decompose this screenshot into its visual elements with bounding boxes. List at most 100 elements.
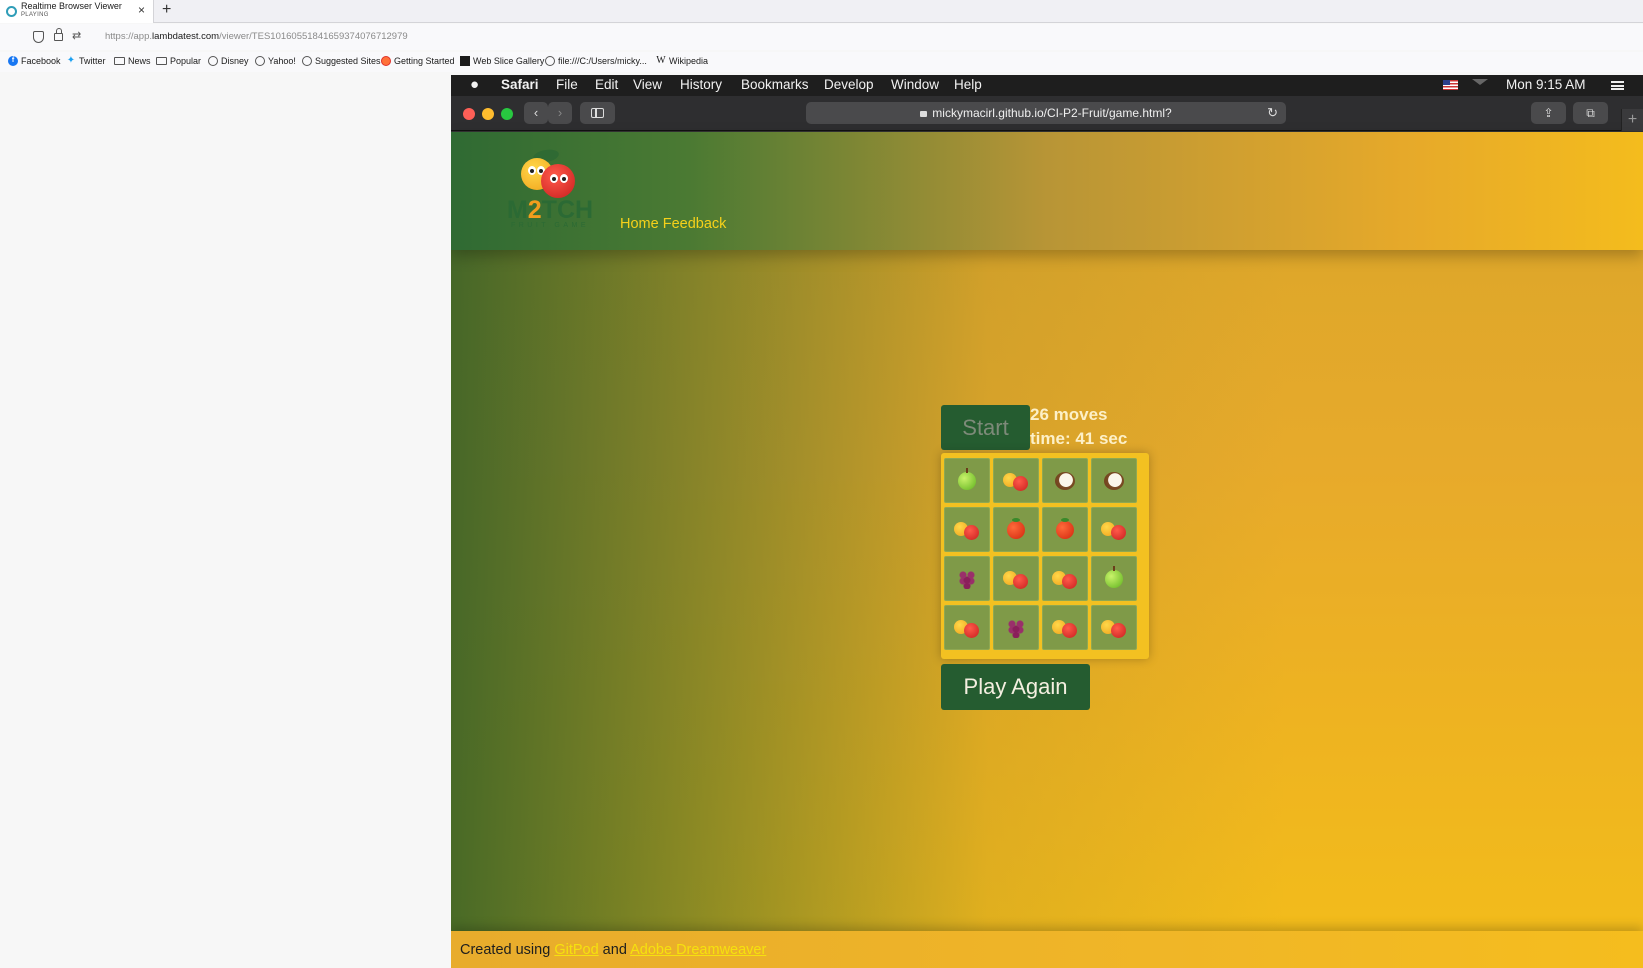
menu-history[interactable]: History — [680, 77, 722, 92]
close-tab-icon[interactable]: × — [138, 3, 145, 17]
bookmark-web-slice-gallery[interactable]: Web Slice Gallery — [460, 56, 544, 66]
apple-icon — [958, 467, 976, 490]
gitpod-link[interactable]: GitPod — [554, 942, 598, 958]
game-card[interactable] — [1091, 458, 1137, 503]
mix-icon — [1052, 618, 1078, 638]
bookmark-news[interactable]: News — [114, 56, 151, 66]
mix-icon — [954, 520, 980, 540]
site-footer: Created using GitPod and Adobe Dreamweav… — [451, 931, 1643, 968]
menu-window[interactable]: Window — [891, 77, 939, 92]
menu-safari[interactable]: Safari — [501, 77, 539, 92]
game-card[interactable] — [1091, 556, 1137, 601]
mix-icon — [1052, 569, 1078, 589]
lock-icon[interactable] — [54, 28, 63, 41]
wikipedia-icon: W — [656, 55, 666, 66]
site-header: M2TCH FRUIT GAME Home Feedback — [451, 132, 1643, 250]
host-url-field[interactable]: https://app.lambdatest.com/viewer/TES101… — [105, 31, 408, 42]
game-card[interactable] — [1042, 507, 1088, 552]
bookmark-wikipedia[interactable]: W Wikipedia — [656, 55, 708, 67]
start-button[interactable]: Start — [941, 405, 1030, 450]
game-card[interactable] — [1042, 458, 1088, 503]
timer-display: time: 41 sec — [1030, 429, 1128, 448]
menu-develop[interactable]: Develop — [824, 77, 874, 92]
menu-bookmarks[interactable]: Bookmarks — [741, 77, 809, 92]
us-flag-icon[interactable] — [1443, 80, 1458, 90]
globe-icon — [255, 56, 265, 66]
shield-icon[interactable] — [33, 31, 44, 43]
menu-view[interactable]: View — [633, 77, 662, 92]
new-tab-button[interactable]: + — [1621, 109, 1643, 131]
globe-icon — [545, 56, 555, 66]
bookmark-suggested-sites[interactable]: Suggested Sites — [302, 56, 381, 66]
game-card[interactable] — [1042, 556, 1088, 601]
reload-icon[interactable]: ↻ — [1267, 102, 1278, 124]
twitter-icon: ✦ — [66, 55, 76, 66]
mix-icon — [1101, 618, 1127, 638]
m2tch-logo[interactable]: M2TCH FRUIT GAME — [491, 147, 609, 230]
bookmark-yahoo[interactable]: Yahoo! — [255, 56, 296, 66]
game-card[interactable] — [993, 507, 1039, 552]
share-button[interactable]: ⇪ — [1531, 102, 1566, 124]
site-nav: Home Feedback — [620, 216, 726, 232]
host-tab-title: Realtime Browser Viewer — [21, 1, 122, 11]
bookmark-disney[interactable]: Disney — [208, 56, 249, 66]
window-minimize-button[interactable] — [482, 108, 494, 120]
back-button[interactable]: ‹ — [524, 102, 548, 124]
grapes-icon — [957, 568, 977, 589]
remote-mac-screen[interactable]: ● Safari File Edit View History Bookmark… — [451, 75, 1643, 968]
game-card[interactable] — [944, 507, 990, 552]
sidebar-toggle-button[interactable] — [580, 102, 615, 124]
cherry-mascot-icon — [541, 164, 575, 198]
bookmark-getting-started[interactable]: Getting Started — [381, 56, 455, 66]
game-card[interactable] — [993, 458, 1039, 503]
safari-url-text: mickymacirl.github.io/CI-P2-Fruit/game.h… — [932, 106, 1172, 120]
menubar-clock[interactable]: Mon 9:15 AM — [1506, 77, 1586, 92]
wifi-icon[interactable] — [1472, 79, 1488, 91]
game-card[interactable] — [993, 605, 1039, 650]
game-board — [941, 453, 1149, 659]
globe-icon — [302, 56, 312, 66]
moves-counter: 26 moves — [1030, 405, 1108, 424]
bookmark-popular[interactable]: Popular — [156, 56, 201, 66]
forward-button[interactable]: › — [548, 102, 572, 124]
game-card[interactable] — [1091, 507, 1137, 552]
safari-address-field[interactable]: mickymacirl.github.io/CI-P2-Fruit/game.h… — [806, 102, 1286, 124]
game-card[interactable] — [944, 556, 990, 601]
game-card[interactable] — [1091, 605, 1137, 650]
folder-icon — [114, 57, 125, 65]
nav-home-link[interactable]: Home — [620, 216, 659, 232]
tomato-icon — [1056, 517, 1074, 539]
menu-help[interactable]: Help — [954, 77, 982, 92]
dreamweaver-link[interactable]: Adobe Dreamweaver — [630, 942, 766, 958]
bookmark-facebook[interactable]: f Facebook — [8, 56, 61, 66]
new-tab-button[interactable]: + — [162, 1, 171, 19]
game-card[interactable] — [944, 458, 990, 503]
facebook-icon: f — [8, 56, 18, 66]
host-tab-realtime-viewer[interactable]: Realtime Browser Viewer PLAYING × — [0, 0, 154, 23]
game-card[interactable] — [993, 556, 1039, 601]
menu-edit[interactable]: Edit — [595, 77, 618, 92]
game-card[interactable] — [1042, 605, 1088, 650]
play-again-button[interactable]: Play Again — [941, 664, 1090, 710]
safari-toolbar: ‹ › mickymacirl.github.io/CI-P2-Fruit/ga… — [451, 96, 1643, 131]
menu-file[interactable]: File — [556, 77, 578, 92]
host-address-bar: ⇄ https://app.lambdatest.com/viewer/TES1… — [0, 24, 1643, 50]
bookmarks-bar: f Facebook ✦ Twitter News Popular Disney Y… — [0, 52, 1643, 72]
sidebar-icon — [591, 108, 604, 118]
apple-logo-icon[interactable]: ● — [470, 76, 479, 93]
coconut-icon — [1055, 471, 1075, 490]
window-close-button[interactable] — [463, 108, 475, 120]
firefox-icon — [381, 56, 391, 66]
nav-feedback-link[interactable]: Feedback — [663, 216, 727, 232]
bookmark-file-users[interactable]: file:///C:/Users/micky... — [545, 56, 647, 66]
notification-center-icon[interactable] — [1611, 81, 1624, 90]
game-card[interactable] — [944, 605, 990, 650]
grapes-icon — [1006, 617, 1026, 638]
permissions-icon[interactable]: ⇄ — [72, 29, 81, 42]
apple-icon — [1105, 565, 1123, 588]
window-zoom-button[interactable] — [501, 108, 513, 120]
bookmark-twitter[interactable]: ✦ Twitter — [66, 55, 106, 67]
mix-icon — [1003, 569, 1029, 589]
tab-overview-button[interactable]: ⧉ — [1573, 102, 1608, 124]
folder-icon — [156, 57, 167, 65]
